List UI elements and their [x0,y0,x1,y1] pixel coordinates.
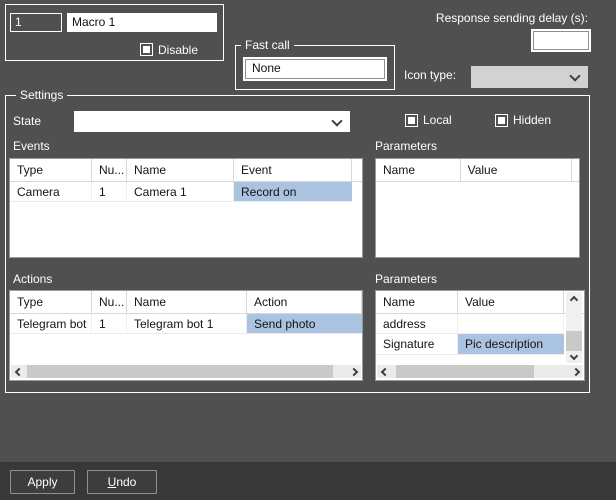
table-cell[interactable]: 1 [92,182,127,202]
parameters-header-row: Name Value [376,159,579,182]
actions-label: Actions [13,272,53,286]
column-header[interactable]: Nu... [92,291,127,313]
events-label: Events [13,139,50,153]
horizontal-scrollbar[interactable] [377,365,583,378]
column-header[interactable]: Type [10,291,92,313]
scroll-thumb[interactable] [27,365,333,378]
table-cell[interactable]: Camera 1 [127,182,234,202]
column-header[interactable]: Name [376,291,458,313]
macro-number-field[interactable]: 1 [10,13,62,32]
table-row: Telegram bot 1 Telegram bot 1 Send photo [10,314,362,334]
actions-table: Type Nu... Name Action Telegram bot 1 Te… [9,290,363,381]
table-cell[interactable] [458,314,564,334]
macro-editor-panel: 1 Macro 1 Disable Fast call None Respons… [0,0,616,500]
event-parameters-label: Parameters [375,139,438,153]
chevron-down-icon [331,114,343,127]
icon-type-dropdown[interactable] [471,66,588,88]
fast-call-input[interactable]: None [243,57,387,81]
events-header-row: Type Nu... Name Event [10,159,362,182]
macro-name-input[interactable]: Macro 1 [67,13,217,32]
events-table: Type Nu... Name Event Camera 1 Camera 1 … [9,158,363,258]
response-delay-input[interactable] [531,29,591,52]
icon-type-label: Icon type: [404,68,457,82]
column-header[interactable]: Type [10,159,92,181]
scroll-thumb[interactable] [566,331,582,351]
column-header[interactable]: Name [376,159,461,181]
parameters-header-row: Name Value [376,291,584,314]
column-header-filler [352,159,362,181]
table-cell[interactable]: 1 [92,314,127,334]
column-header[interactable]: Nu... [92,159,127,181]
state-combobox[interactable] [74,111,350,132]
column-header-filler [572,159,579,181]
disable-checkbox[interactable] [140,43,153,56]
table-cell[interactable]: address [376,314,458,334]
action-parameters-label: Parameters [375,272,438,286]
selected-cell[interactable]: Send photo [247,314,362,334]
selected-cell[interactable]: Record on [234,182,352,202]
vertical-scrollbar[interactable] [566,292,582,363]
disable-label: Disable [158,43,199,57]
table-cell[interactable]: Signature [376,334,458,355]
horizontal-scrollbar[interactable] [11,365,361,378]
hidden-label: Hidden [513,113,552,127]
fast-call-title: Fast call [241,39,294,52]
response-delay-label: Response sending delay (s): [435,11,588,25]
column-header[interactable]: Value [461,159,572,181]
scroll-left-icon[interactable] [377,365,390,378]
column-header[interactable]: Name [127,291,247,313]
apply-button[interactable]: Apply [10,470,75,494]
column-header[interactable]: Name [127,159,234,181]
chevron-down-icon [569,70,581,82]
scroll-right-icon[interactable] [570,365,583,378]
undo-button-mnemonic: U [107,475,117,489]
column-header[interactable]: Value [458,291,564,313]
undo-button[interactable]: Undo [87,470,157,494]
table-cell[interactable]: Telegram bot 1 [127,314,247,334]
local-checkbox[interactable] [405,114,418,127]
table-cell[interactable]: Telegram bot [10,314,92,334]
hidden-checkbox[interactable] [495,114,508,127]
table-row: address [376,314,584,334]
column-header[interactable]: Action [247,291,362,313]
settings-title: Settings [16,89,68,102]
state-label: State [13,114,42,128]
table-cell[interactable]: Camera [10,182,92,202]
scroll-down-icon[interactable] [567,350,580,363]
scroll-right-icon[interactable] [348,365,361,378]
action-parameters-table: Name Value address Signature Pic descrip… [375,290,585,381]
table-row: Camera 1 Camera 1 Record on [10,182,362,202]
scroll-left-icon[interactable] [11,365,24,378]
actions-header-row: Type Nu... Name Action [10,291,362,314]
local-label: Local [423,113,452,127]
scroll-up-icon[interactable] [567,292,580,305]
event-parameters-table: Name Value [375,158,580,258]
selected-cell[interactable]: Pic description [458,334,564,355]
undo-button-label-rest: ndo [116,475,137,489]
table-row: Signature Pic description [376,334,584,355]
scroll-thumb[interactable] [396,365,534,378]
column-header[interactable]: Event [234,159,352,181]
